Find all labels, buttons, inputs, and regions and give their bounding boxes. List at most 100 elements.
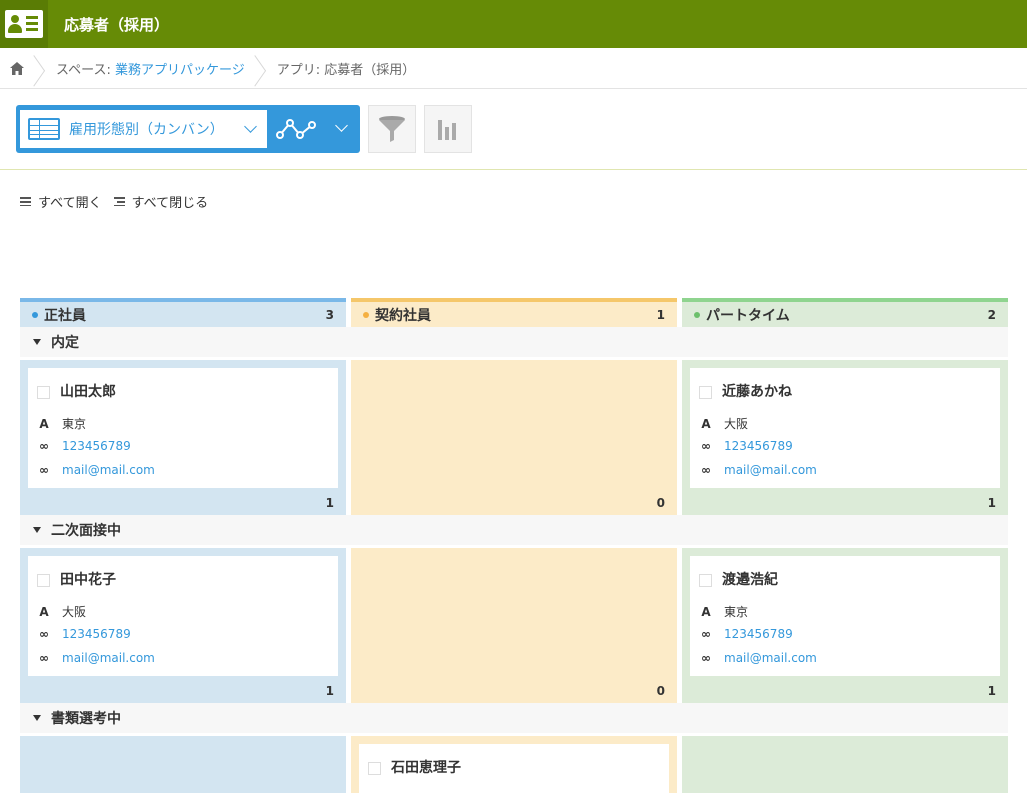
column-label: 正社員 (44, 307, 86, 324)
cell-count: 0 (656, 684, 665, 698)
kanban-cell: 田中花子 A 大阪 ∞ 123456789 ∞ mail@mail.com 1 (20, 548, 346, 705)
collapse-all-icon (113, 197, 125, 206)
link-icon: ∞ (701, 463, 711, 477)
view-dropdown[interactable]: 雇用形態別（カンバン） (20, 110, 267, 148)
app-prefix: アプリ: (276, 62, 325, 78)
app-header: 応募者（採用） (0, 0, 1027, 48)
card-checkbox[interactable] (37, 386, 50, 399)
card-phone[interactable]: 123456789 (62, 439, 131, 453)
record-card[interactable]: 近藤あかね A 大阪 ∞ 123456789 ∞ mail@mail.com (690, 368, 1000, 488)
open-all-link[interactable]: すべて開く (38, 192, 102, 211)
status-dot (363, 311, 369, 318)
card-checkbox[interactable] (699, 386, 712, 399)
breadcrumb-separator (34, 48, 48, 89)
kanban-cell: 渡邉浩紀 A 東京 ∞ 123456789 ∞ mail@mail.com 1 (682, 548, 1008, 705)
space-prefix: スペース: (56, 62, 115, 78)
table-icon (28, 118, 60, 140)
status-dot (32, 311, 38, 318)
contact-card-icon[interactable] (0, 0, 48, 48)
text-field-icon: A (39, 604, 49, 619)
column-header-keiyaku: 契約社員 1 (351, 298, 677, 327)
funnel-icon (379, 116, 405, 142)
kanban-cell: 0 (351, 548, 677, 705)
breadcrumb-app: アプリ: 応募者（採用） (269, 59, 426, 78)
group-label: 内定 (51, 335, 79, 351)
link-icon: ∞ (39, 627, 49, 641)
record-card[interactable]: 渡邉浩紀 A 東京 ∞ 123456789 ∞ mail@mail.com (690, 556, 1000, 676)
card-location: 大阪 (62, 605, 87, 619)
group-header-naitei[interactable]: 内定 (20, 327, 1008, 357)
column-count: 3 (325, 307, 334, 322)
card-email[interactable]: mail@mail.com (724, 651, 817, 665)
breadcrumb-space: スペース: 業務アプリパッケージ (48, 59, 255, 78)
column-header-seishain: 正社員 3 (20, 298, 346, 327)
app-title: 応募者（採用） (64, 15, 170, 34)
card-location: 東京 (62, 417, 87, 431)
triangle-down-icon (33, 715, 41, 721)
cell-count: 0 (656, 496, 665, 510)
record-card[interactable]: 山田太郎 A 東京 ∞ 123456789 ∞ mail@mail.com (28, 368, 338, 488)
text-field-icon: A (701, 416, 711, 431)
expand-controls: すべて開く すべて閉じる (20, 192, 208, 211)
view-label: 雇用形態別（カンバン） (69, 122, 224, 138)
card-location: 東京 (724, 605, 749, 619)
link-icon: ∞ (39, 651, 49, 665)
filter-button[interactable] (368, 105, 416, 153)
link-icon: ∞ (701, 627, 711, 641)
chevron-down-icon (335, 119, 348, 132)
close-all-link[interactable]: すべて閉じる (132, 192, 209, 211)
card-name: 近藤あかね (722, 384, 792, 400)
cell-count: 1 (987, 684, 996, 698)
card-phone[interactable]: 123456789 (62, 627, 131, 641)
card-name: 田中花子 (60, 572, 116, 588)
link-icon: ∞ (701, 651, 711, 665)
bar-chart-icon (438, 120, 456, 140)
line-graph-icon (276, 119, 316, 139)
card-name: 渡邉浩紀 (722, 572, 778, 588)
group-label: 二次面接中 (51, 523, 121, 539)
kanban-cell: 石田恵理子 (351, 736, 677, 793)
column-label: 契約社員 (375, 307, 431, 324)
space-link[interactable]: 業務アプリパッケージ (115, 63, 245, 78)
card-name: 石田恵理子 (391, 760, 461, 776)
kanban-cell: 山田太郎 A 東京 ∞ 123456789 ∞ mail@mail.com 1 (20, 360, 346, 517)
card-email[interactable]: mail@mail.com (724, 463, 817, 477)
card-location: 大阪 (724, 417, 749, 431)
column-count: 1 (656, 307, 665, 322)
card-email[interactable]: mail@mail.com (62, 463, 155, 477)
kanban-cell: 0 (351, 360, 677, 517)
card-phone[interactable]: 123456789 (724, 439, 793, 453)
kanban-cell (682, 736, 1008, 793)
card-email[interactable]: mail@mail.com (62, 651, 155, 665)
link-icon: ∞ (39, 463, 49, 477)
text-field-icon: A (39, 416, 49, 431)
card-phone[interactable]: 123456789 (724, 627, 793, 641)
app-name: 応募者（採用） (324, 62, 416, 78)
cell-count: 1 (325, 496, 334, 510)
text-field-icon: A (701, 604, 711, 619)
view-selector: 雇用形態別（カンバン） (16, 105, 360, 153)
group-header-niji[interactable]: 二次面接中 (20, 515, 1008, 545)
card-checkbox[interactable] (368, 762, 381, 775)
cell-count: 1 (987, 496, 996, 510)
card-name: 山田太郎 (60, 384, 116, 400)
breadcrumb: スペース: 業務アプリパッケージ アプリ: 応募者（採用） (0, 48, 1027, 89)
column-count: 2 (987, 307, 996, 322)
graph-menu-button[interactable] (274, 111, 358, 147)
card-checkbox[interactable] (699, 574, 712, 587)
kanban-cell (20, 736, 346, 793)
expand-all-icon (20, 197, 31, 206)
column-header-part: パートタイム 2 (682, 298, 1008, 327)
card-checkbox[interactable] (37, 574, 50, 587)
link-icon: ∞ (701, 439, 711, 453)
triangle-down-icon (33, 527, 41, 533)
record-card[interactable]: 田中花子 A 大阪 ∞ 123456789 ∞ mail@mail.com (28, 556, 338, 676)
group-label: 書類選考中 (51, 711, 121, 727)
group-header-shorui[interactable]: 書類選考中 (20, 703, 1008, 733)
chart-button[interactable] (424, 105, 472, 153)
chevron-down-icon (244, 120, 257, 133)
record-card[interactable]: 石田恵理子 (359, 744, 669, 793)
cell-count: 1 (325, 684, 334, 698)
toolbar: 雇用形態別（カンバン） (0, 89, 1027, 170)
link-icon: ∞ (39, 439, 49, 453)
